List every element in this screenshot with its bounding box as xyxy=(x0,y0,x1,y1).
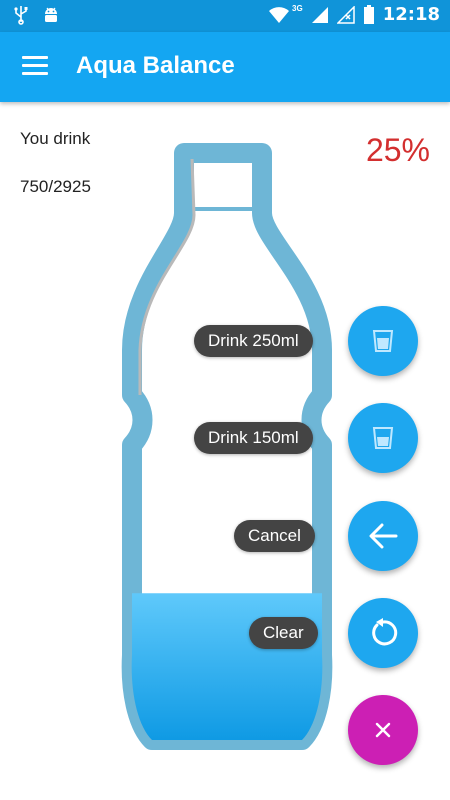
drink-150-button[interactable] xyxy=(348,403,418,473)
glass-icon xyxy=(372,427,394,449)
close-menu-button[interactable] xyxy=(348,695,418,765)
signal-icon xyxy=(311,6,328,23)
cancel-label[interactable]: Cancel xyxy=(234,520,315,552)
android-icon xyxy=(45,7,57,22)
app-bar: Aqua Balance xyxy=(0,32,450,102)
clear-label[interactable]: Clear xyxy=(249,617,318,649)
refresh-icon xyxy=(372,618,398,646)
signal-empty-icon xyxy=(336,5,355,24)
arrow-back-icon xyxy=(369,523,398,549)
usb-icon xyxy=(14,6,28,25)
drink-250-label[interactable]: Drink 250ml xyxy=(194,325,313,357)
progress-value: 750/2925 xyxy=(20,177,91,196)
wifi-icon xyxy=(269,6,290,23)
clear-button[interactable] xyxy=(348,598,418,668)
close-icon xyxy=(375,722,391,738)
drink-250-button[interactable] xyxy=(348,306,418,376)
status-time: 12:18 xyxy=(382,4,440,25)
hamburger-icon[interactable] xyxy=(22,56,48,76)
you-drink-label: You drink xyxy=(20,129,91,148)
network-type-label: 3G xyxy=(292,4,303,13)
app-title: Aqua Balance xyxy=(76,52,235,79)
cancel-button[interactable] xyxy=(348,501,418,571)
status-bar: 3G 12:18 xyxy=(0,0,450,32)
percent-value: 25% xyxy=(365,132,430,168)
water-fill xyxy=(131,593,323,740)
battery-icon xyxy=(363,4,374,24)
drink-150-label[interactable]: Drink 150ml xyxy=(194,422,313,454)
glass-icon xyxy=(372,330,394,352)
